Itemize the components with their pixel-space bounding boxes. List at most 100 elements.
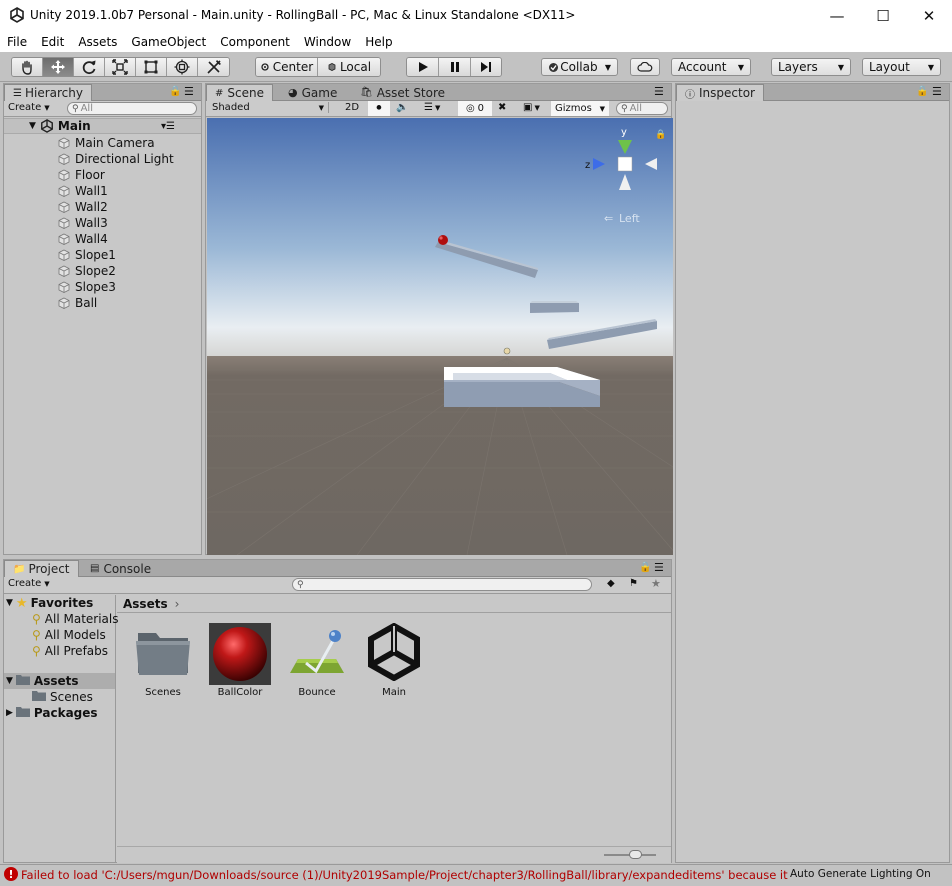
hierarchy-panel: ☰ Hierarchy 🔒 ☰ Create ▼ ⚲ All ▼ Main ▾☰… [3, 83, 202, 555]
tab-console[interactable]: ▤ Console [82, 560, 159, 577]
scene-menu-icon[interactable]: ▾☰ [161, 121, 175, 132]
tab-inspector[interactable]: ⓘ Inspector [676, 84, 764, 101]
scene-search-input[interactable]: ⚲ All [616, 102, 668, 115]
filter-by-type-icon[interactable]: ◆ [607, 578, 615, 589]
hand-tool-icon[interactable] [12, 58, 43, 76]
scenes-folder-row[interactable]: Scenes [32, 689, 93, 705]
scale-tool-icon[interactable] [105, 58, 136, 76]
project-create-button[interactable]: Create ▼ [8, 578, 50, 589]
menu-window[interactable]: Window [297, 35, 358, 49]
breadcrumb-assets[interactable]: Assets [123, 597, 168, 611]
scene-row-main[interactable]: ▼ Main ▾☰ [4, 118, 201, 134]
hierarchy-item[interactable]: Wall3 [4, 215, 201, 231]
camera-dropdown[interactable]: ▣ ▼ [523, 102, 540, 113]
asset-ballcolor[interactable]: BallColor [205, 623, 275, 698]
layout-dropdown[interactable]: Layout ▼ [862, 58, 941, 76]
effects-dropdown[interactable]: ☰ ▼ [424, 102, 440, 113]
assets-folder-row[interactable]: ▼ Assets [4, 673, 115, 689]
asset-bounce[interactable]: Bounce [282, 623, 352, 698]
account-dropdown[interactable]: Account ▼ [671, 58, 751, 76]
menu-edit[interactable]: Edit [34, 35, 71, 49]
minimize-button[interactable]: — [814, 0, 860, 31]
pivot-center-button[interactable]: Center [256, 58, 318, 76]
rect-tool-icon[interactable] [136, 58, 167, 76]
tab-project[interactable]: 📁 Project [4, 560, 79, 577]
favorite-all-materials[interactable]: ⚲ All Materials [32, 611, 119, 627]
tab-asset-store[interactable]: 🛍 Asset Store [352, 84, 453, 101]
favorite-all-models[interactable]: ⚲ All Models [32, 627, 106, 643]
collapse-arrow-icon[interactable]: ▶ [6, 708, 13, 718]
hierarchy-item[interactable]: Wall4 [4, 231, 201, 247]
hierarchy-item[interactable]: Wall1 [4, 183, 201, 199]
slope2-top [530, 301, 579, 303]
asset-main[interactable]: Main [359, 623, 429, 698]
pivot-local-button[interactable]: Local [318, 58, 380, 76]
hierarchy-item[interactable]: Main Camera [4, 135, 201, 151]
gizmos-dropdown[interactable]: Gizmos ▼ [551, 101, 609, 116]
tools-toggle[interactable]: ✖ [498, 102, 506, 113]
pause-button[interactable] [439, 58, 471, 76]
play-button[interactable] [407, 58, 439, 76]
packages-folder-row[interactable]: ▶ Packages [6, 705, 98, 721]
rotate-tool-icon[interactable] [74, 58, 105, 76]
status-error-message[interactable]: Failed to load 'C:/Users/mgun/Downloads/… [21, 868, 789, 882]
menu-assets[interactable]: Assets [71, 35, 124, 49]
shading-mode-label: Shaded [212, 102, 250, 113]
project-search-input[interactable]: ⚲ [292, 578, 592, 591]
filter-by-label-icon[interactable]: ⚑ [629, 578, 638, 589]
tab-game[interactable]: ◕ Game [280, 84, 345, 101]
lock-icon[interactable]: 🔒 [169, 86, 181, 97]
hierarchy-item-label: Slope2 [75, 264, 116, 278]
folder-icon [15, 674, 30, 688]
hierarchy-item[interactable]: Slope1 [4, 247, 201, 263]
hierarchy-item[interactable]: Ball [4, 295, 201, 311]
expand-arrow-icon[interactable]: ▼ [29, 121, 36, 131]
menu-component[interactable]: Component [213, 35, 297, 49]
custom-tool-icon[interactable] [198, 58, 229, 76]
cloud-button[interactable] [630, 58, 660, 76]
hierarchy-create-button[interactable]: Create ▼ [8, 102, 50, 113]
collab-dropdown[interactable]: Collab ▼ [541, 58, 618, 76]
step-button[interactable] [471, 58, 501, 76]
tab-hierarchy[interactable]: ☰ Hierarchy [4, 84, 92, 101]
view-orientation-label[interactable]: Left [619, 212, 640, 225]
hierarchy-item[interactable]: Slope3 [4, 279, 201, 295]
maximize-button[interactable]: ☐ [860, 0, 906, 31]
hierarchy-item[interactable]: Directional Light [4, 151, 201, 167]
hidden-objects-toggle[interactable]: ◎ 0 [458, 101, 492, 116]
panel-menu-icon[interactable]: ☰ [654, 85, 664, 98]
hierarchy-search-input[interactable]: ⚲ All [67, 102, 197, 115]
hierarchy-item[interactable]: Slope2 [4, 263, 201, 279]
panel-menu-icon[interactable]: ☰ [654, 561, 664, 574]
favorite-star-icon[interactable]: ★ [651, 577, 661, 590]
lighting-toggle[interactable]: ⚫ [368, 101, 390, 116]
menu-file[interactable]: File [0, 35, 34, 49]
favorites-row[interactable]: ▼ ★ Favorites [6, 595, 93, 611]
icon-size-slider-handle[interactable] [629, 850, 642, 859]
audio-toggle[interactable]: 🔈 [396, 102, 408, 113]
asset-scenes[interactable]: Scenes [128, 623, 198, 698]
lock-icon[interactable]: 🔒 [639, 562, 651, 573]
lightbulb-icon: ⚫ [374, 103, 384, 114]
shading-mode-dropdown[interactable]: Shaded ▼ [212, 102, 329, 113]
close-button[interactable]: ✕ [906, 0, 952, 31]
move-tool-icon[interactable] [43, 58, 74, 76]
menu-help[interactable]: Help [358, 35, 399, 49]
hierarchy-item[interactable]: Floor [4, 167, 201, 183]
transform-tool-icon[interactable] [167, 58, 198, 76]
gizmo-lock-icon[interactable]: 🔒 [655, 129, 666, 140]
expand-arrow-icon[interactable]: ▼ [6, 598, 13, 608]
lighting-status: Auto Generate Lighting On [790, 868, 931, 880]
panel-menu-icon[interactable]: ☰ [932, 85, 942, 98]
scene-viewport[interactable]: y z ⇐ Left 🔒 [207, 118, 673, 555]
favorite-all-prefabs[interactable]: ⚲ All Prefabs [32, 643, 108, 659]
tab-scene[interactable]: # Scene [206, 84, 273, 101]
menu-gameobject[interactable]: GameObject [124, 35, 213, 49]
hierarchy-item[interactable]: Wall2 [4, 199, 201, 215]
layers-dropdown[interactable]: Layers ▼ [771, 58, 851, 76]
lock-icon[interactable]: 🔒 [916, 86, 928, 97]
panel-menu-icon[interactable]: ☰ [184, 85, 194, 98]
mode-2d-toggle[interactable]: 2D [339, 102, 365, 113]
pivot-center-label: Center [272, 60, 314, 74]
expand-arrow-icon[interactable]: ▼ [6, 676, 13, 686]
